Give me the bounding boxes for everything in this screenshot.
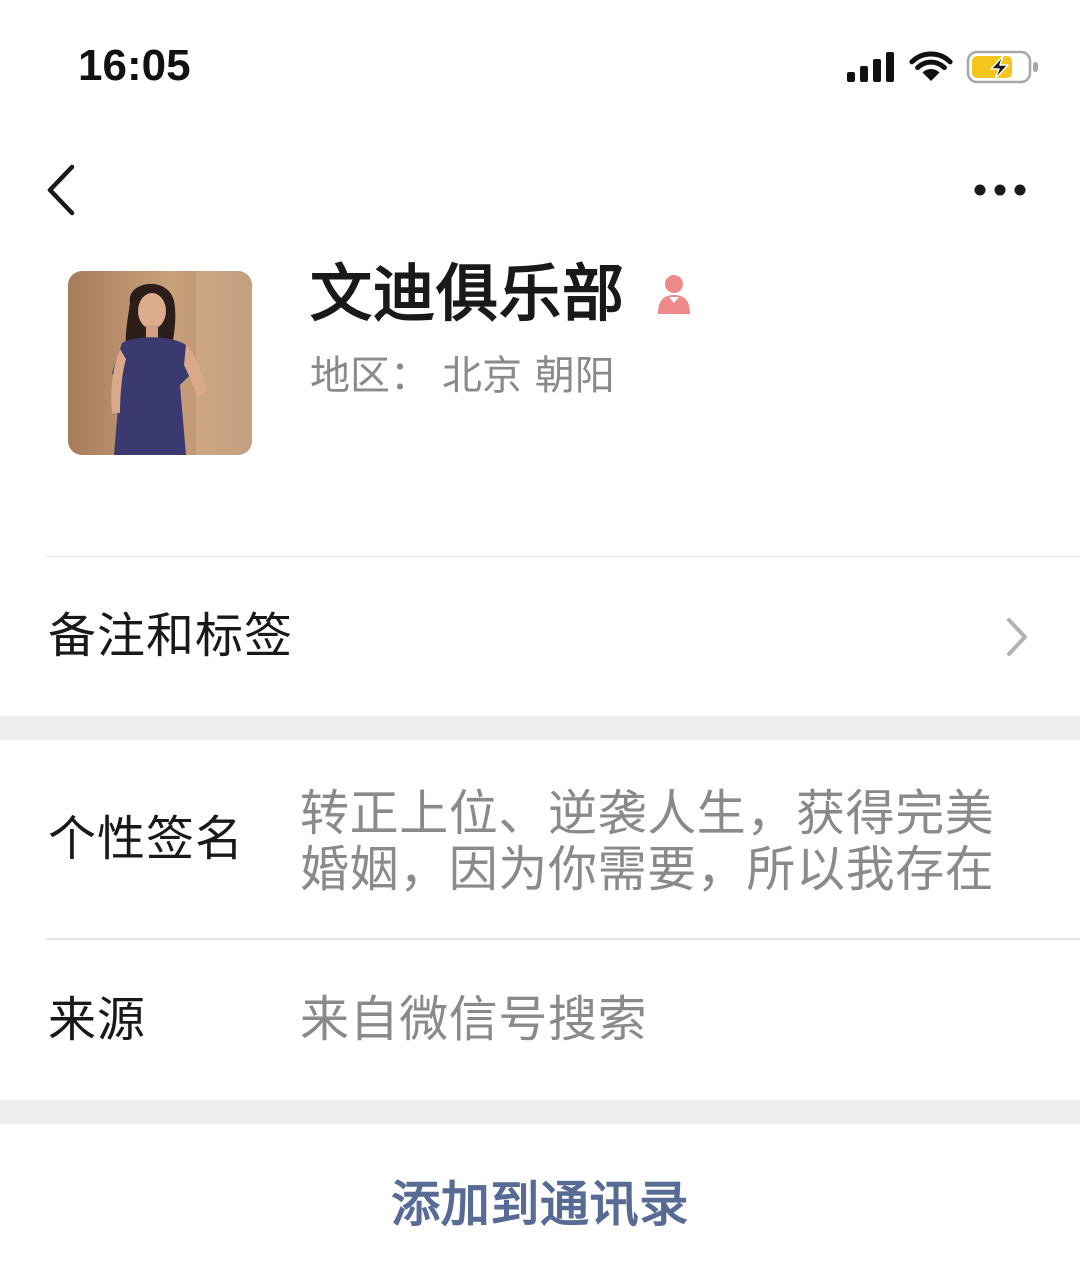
chevron-left-icon[interactable] (44, 163, 80, 217)
add-to-contacts-button[interactable]: 添加到通讯录 (0, 1124, 1080, 1263)
source-label: 来源 (48, 992, 147, 1048)
chevron-right-icon (1004, 616, 1030, 658)
avatar[interactable] (68, 271, 252, 455)
source-value: 来自微信号搜索 (300, 991, 648, 1048)
region-value: 北京 朝阳 (442, 353, 615, 399)
signature-value: 转正上位、逆袭人生，获得完美婚姻，因为你需要，所以我存在 (300, 785, 995, 898)
remarks-and-tags-row[interactable]: 备注和标签 (0, 557, 1080, 716)
remarks-label: 备注和标签 (48, 608, 294, 664)
contact-profile-screen: 16:05 文迪俱乐部 地区： 北京 朝阳 备注和标签 个性签名 转正上位、逆袭… (0, 0, 1080, 1263)
signature-row: 个性签名 转正上位、逆袭人生，获得完美婚姻，因为你需要，所以我存在 (0, 740, 1080, 938)
female-icon (652, 272, 696, 314)
cellular-signal-icon (847, 52, 895, 82)
battery-charging-icon (966, 50, 1040, 84)
status-time: 16:05 (78, 41, 191, 90)
more-dots-icon[interactable] (972, 182, 1028, 198)
source-row: 来源 来自微信号搜索 (0, 940, 1080, 1100)
region-line: 地区： 北京 朝阳 (310, 350, 615, 402)
region-label: 地区： (310, 353, 430, 399)
section-gap (0, 1100, 1080, 1124)
profile-name: 文迪俱乐部 (310, 257, 626, 330)
add-to-contacts-label: 添加到通讯录 (391, 1176, 689, 1233)
signature-label: 个性签名 (48, 811, 245, 867)
section-gap (0, 716, 1080, 740)
wifi-icon (908, 49, 954, 83)
